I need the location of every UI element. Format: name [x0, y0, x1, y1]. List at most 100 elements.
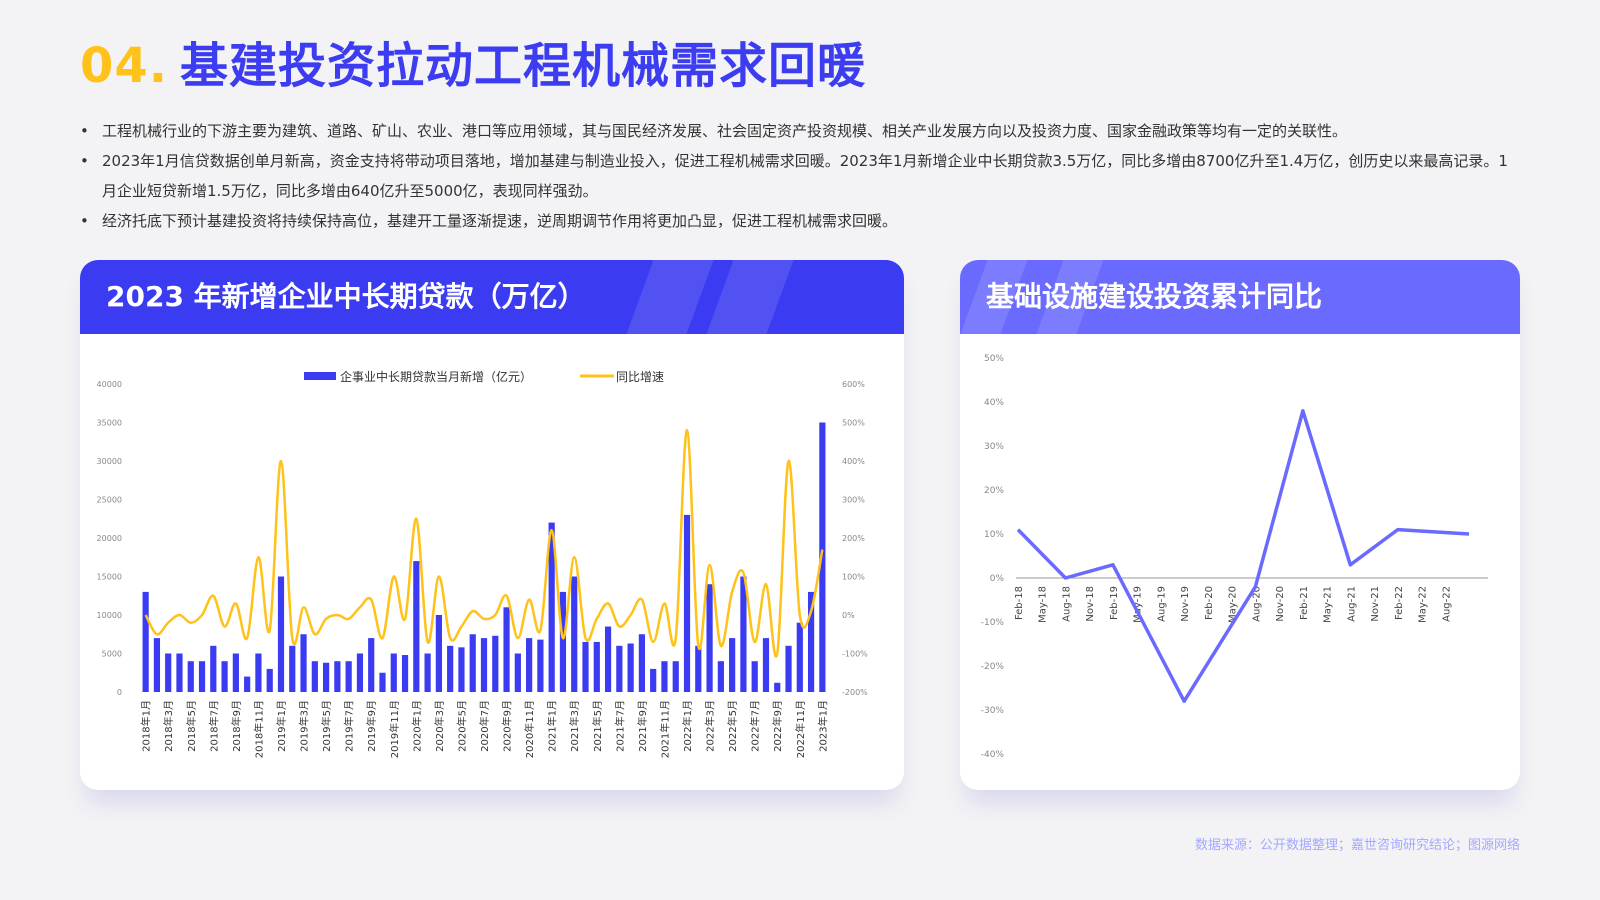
y-tick-label: 40% — [984, 398, 1004, 408]
bar — [413, 561, 420, 692]
x-tick-label: Feb-21 — [1299, 586, 1310, 620]
bar — [198, 661, 206, 692]
x-tick-label: 2022年5月 — [726, 700, 739, 752]
bar — [638, 634, 646, 692]
y2-tick-label: 500% — [842, 419, 865, 428]
y-tick-label: -20% — [981, 662, 1005, 672]
data-source: 数据来源：公开数据整理；嘉世咨询研究结论；图源网络 — [1194, 838, 1520, 853]
bar — [356, 653, 364, 692]
bar — [165, 653, 172, 692]
x-tick-label: Aug-21 — [1346, 586, 1357, 622]
bar — [514, 653, 521, 692]
x-tick-label: Feb-20 — [1204, 586, 1215, 620]
y2-tick-label: 400% — [842, 457, 865, 466]
x-tick-label: 2022年3月 — [704, 700, 717, 752]
x-tick-label: 2021年5月 — [591, 700, 604, 752]
x-tick-label: 2021年11月 — [658, 700, 671, 758]
y-tick-label: 5000 — [102, 650, 122, 659]
y-tick-label: 20000 — [97, 534, 122, 543]
bar — [311, 661, 318, 692]
bar — [458, 647, 465, 692]
bar — [334, 661, 341, 692]
bar — [480, 638, 488, 692]
bar — [503, 607, 510, 692]
x-tick-label: 2019年3月 — [298, 700, 311, 752]
bar — [559, 591, 567, 692]
x-tick-label: 2022年7月 — [749, 700, 762, 752]
bar — [390, 653, 397, 692]
bar — [706, 584, 713, 692]
y-tick-label: 40000 — [97, 380, 122, 389]
y-tick-label: 0 — [117, 688, 122, 697]
bar — [232, 653, 239, 692]
bar — [447, 645, 454, 692]
x-tick-label: 2021年3月 — [568, 700, 581, 752]
y2-tick-label: 100% — [842, 573, 865, 582]
x-tick-label: 2018年3月 — [162, 700, 175, 752]
y-tick-label: -30% — [981, 706, 1005, 716]
x-tick-label: Aug-22 — [1441, 586, 1452, 622]
section-number: 04. — [80, 38, 169, 94]
bar — [153, 638, 161, 692]
x-tick-label: Feb-22 — [1394, 586, 1405, 620]
infra-growth-line — [1016, 409, 1470, 703]
bar — [289, 645, 296, 692]
bar — [650, 668, 657, 692]
x-tick-label: 2022年11月 — [794, 700, 807, 758]
y-tick-label: 0% — [990, 574, 1005, 584]
x-tick-label: 2019年11月 — [388, 700, 401, 758]
bar — [255, 653, 262, 692]
y-tick-label: 35000 — [97, 419, 122, 428]
section-title: 基建投资拉动工程机械需求回暖 — [180, 38, 867, 94]
x-tick-label: 2020年7月 — [478, 700, 491, 752]
bar — [469, 634, 476, 692]
x-tick-label: May-18 — [1038, 586, 1049, 623]
bar — [683, 514, 691, 692]
bar — [604, 626, 612, 692]
x-tick-label: 2020年9月 — [501, 700, 514, 752]
x-tick-label: 2021年1月 — [546, 700, 559, 752]
bar — [717, 661, 724, 692]
bar — [492, 635, 499, 692]
x-tick-label: Feb-18 — [1014, 586, 1025, 620]
bar — [796, 622, 803, 692]
y2-tick-label: -200% — [842, 688, 868, 697]
bar — [368, 638, 375, 692]
x-tick-label: 2020年3月 — [433, 700, 446, 752]
x-tick-label: 2018年9月 — [230, 700, 243, 752]
bar — [616, 645, 623, 692]
bullet-item: 2023年1月信贷数据创单月新高，资金支持将带动项目落地，增加基建与制造业投入，… — [80, 146, 1520, 206]
page-title: 04. 基建投资拉动工程机械需求回暖 — [80, 26, 866, 96]
bar — [300, 634, 307, 692]
bar — [762, 638, 770, 692]
x-tick-label: Aug-18 — [1061, 586, 1072, 622]
bar — [176, 653, 183, 692]
x-tick-label: 2018年1月 — [140, 700, 153, 752]
x-tick-label: Feb-19 — [1109, 586, 1120, 620]
x-tick-label: 2020年1月 — [410, 700, 423, 752]
bar — [774, 682, 781, 692]
bar — [401, 655, 409, 692]
x-tick-label: 2021年9月 — [636, 700, 649, 752]
x-tick-label: 2019年5月 — [320, 700, 333, 752]
x-tick-label: Nov-20 — [1275, 586, 1286, 622]
y-tick-label: 25000 — [97, 496, 122, 505]
x-tick-label: 2020年11月 — [523, 700, 536, 758]
bar — [435, 615, 442, 692]
loans-chart: 企事业中长期贷款当月新增（亿元） 同比增速 0 5000 10000 15000 20000… — [97, 369, 869, 758]
bar — [785, 645, 792, 692]
loans-chart-header: 2023 年新增企业中长期贷款（万亿） — [80, 260, 904, 334]
x-tick-label: May-22 — [1418, 586, 1429, 623]
header-decoration — [626, 260, 714, 334]
x-tick-label: 2018年11月 — [252, 700, 265, 758]
x-tick-label: 2020年5月 — [455, 700, 468, 752]
bar — [537, 639, 544, 692]
x-tick-label: May-21 — [1323, 586, 1334, 623]
legend-label: 企事业中长期贷款当月新增（亿元） — [340, 369, 532, 384]
y2-tick-label: 200% — [842, 534, 865, 543]
y-tick-label: -40% — [981, 750, 1005, 760]
x-tick-label: 2019年9月 — [365, 700, 378, 752]
header-decoration — [706, 260, 794, 334]
bar — [740, 576, 747, 692]
bar — [571, 576, 578, 692]
